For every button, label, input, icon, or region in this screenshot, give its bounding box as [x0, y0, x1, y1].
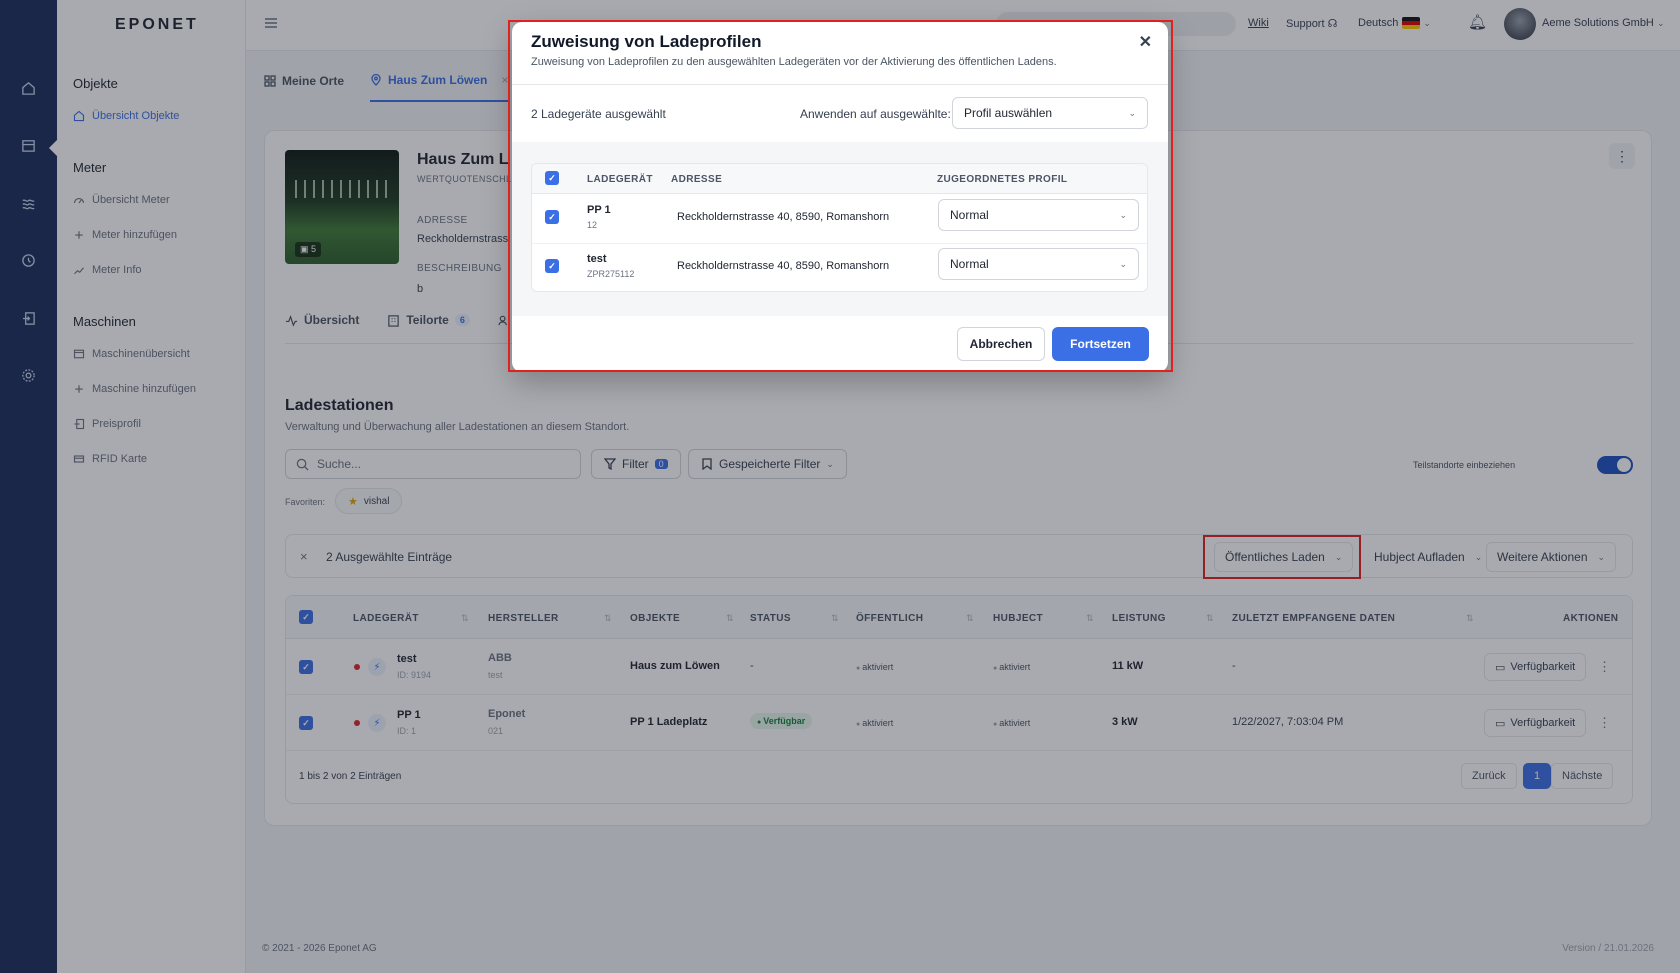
highlight-modal [508, 20, 1173, 372]
